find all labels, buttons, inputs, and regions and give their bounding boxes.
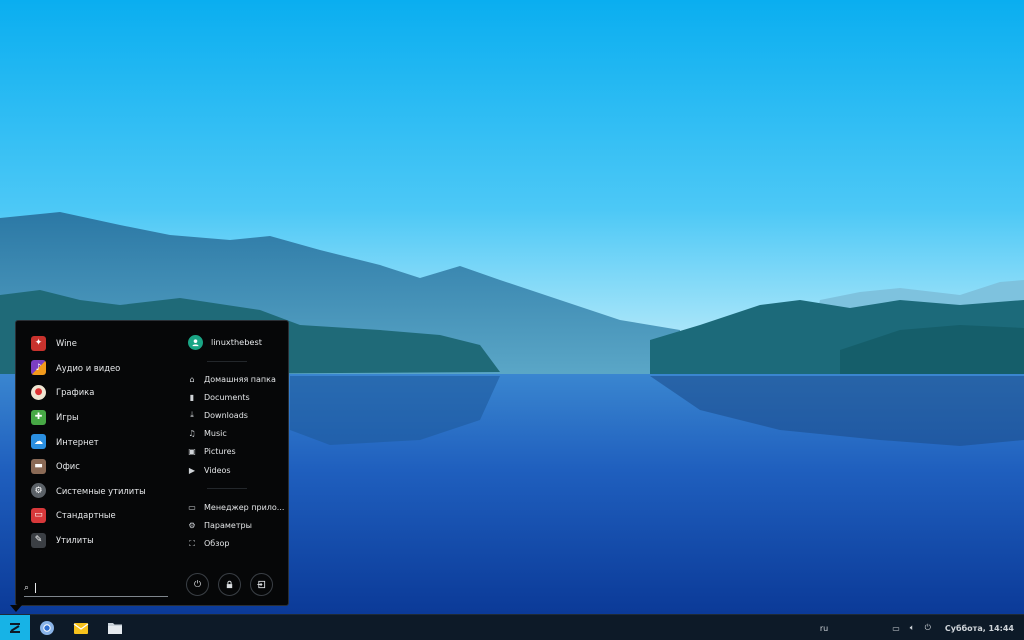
session-buttons: ⏻ xyxy=(186,573,273,596)
briefcase-icon: ▬ xyxy=(31,458,46,474)
category-label: Утилиты xyxy=(56,535,94,546)
clock[interactable]: Суббота, 14:44 xyxy=(945,624,1014,633)
category-item-utilities[interactable]: ✎ Утилиты xyxy=(28,528,178,553)
logout-button[interactable] xyxy=(250,573,273,596)
taskbar-app-browser[interactable] xyxy=(30,615,64,640)
system-item-overview[interactable]: ⛶ Обзор xyxy=(186,535,286,553)
cloud-icon: ☁ xyxy=(31,434,46,450)
power-icon: ⏻ xyxy=(193,579,202,590)
system-label: Обзор xyxy=(204,539,230,549)
logout-icon xyxy=(257,580,266,589)
place-label: Downloads xyxy=(204,410,248,420)
username-label: linuxthebest xyxy=(211,337,262,347)
overview-icon: ⛶ xyxy=(189,538,195,548)
places-column: linuxthebest ⌂ Домашняя папка ▮ Document… xyxy=(186,331,286,553)
lock-icon xyxy=(226,580,233,589)
display-icon[interactable]: ▭ xyxy=(892,624,900,633)
category-label: Графика xyxy=(56,387,95,398)
taskbar: ru ▭ 🔈︎ ⏻ Суббота, 14:44 xyxy=(0,614,1024,640)
category-item-games[interactable]: ✚ Игры xyxy=(28,405,178,430)
place-item-home[interactable]: ⌂ Домашняя папка xyxy=(186,370,286,388)
place-item-music[interactable]: ♫ Music xyxy=(186,425,286,443)
search-icon: ⌕ xyxy=(24,582,30,593)
category-label: Игры xyxy=(56,412,79,423)
category-item-audio-video[interactable]: ♪ Аудио и видео xyxy=(28,356,178,381)
place-label: Pictures xyxy=(204,447,236,457)
keyboard-layout[interactable]: ru xyxy=(820,624,828,633)
start-menu: ✦ Wine ♪ Аудио и видео ● Графика ✚ Игры … xyxy=(15,320,289,606)
place-item-documents[interactable]: ▮ Documents xyxy=(186,388,286,406)
wine-icon: ✦ xyxy=(31,335,46,351)
document-icon: ▮ xyxy=(189,392,195,402)
category-item-system-tools[interactable]: ⚙ Системные утилиты xyxy=(28,479,178,504)
app-manager-icon: ▭ xyxy=(188,502,196,512)
gear-icon: ⚙ xyxy=(31,483,46,499)
toolbox-icon: ▭ xyxy=(31,507,46,523)
category-label: Стандартные xyxy=(56,510,116,521)
download-icon: ⤓ xyxy=(190,410,194,420)
category-item-wine[interactable]: ✦ Wine xyxy=(28,331,178,356)
system-tray: ru ▭ 🔈︎ ⏻ Суббота, 14:44 xyxy=(810,615,1024,640)
place-label: Music xyxy=(204,429,227,439)
category-label: Wine xyxy=(56,338,77,349)
taskbar-app-files[interactable] xyxy=(98,615,132,640)
category-label: Системные утилиты xyxy=(56,485,146,496)
power-button[interactable]: ⏻ xyxy=(186,573,209,596)
system-label: Параметры xyxy=(204,520,252,530)
image-icon: ▣ xyxy=(188,447,196,457)
separator xyxy=(207,361,247,362)
media-icon: ♪ xyxy=(31,360,46,376)
menu-pointer xyxy=(10,605,22,612)
settings-icon: ⚙ xyxy=(188,520,196,530)
mail-icon xyxy=(73,622,89,634)
place-item-pictures[interactable]: ▣ Pictures xyxy=(186,443,286,461)
system-item-app-manager[interactable]: ▭ Менеджер прило... xyxy=(186,498,286,516)
utilities-icon: ✎ xyxy=(31,532,46,548)
user-avatar-icon xyxy=(188,334,203,350)
music-icon: ♫ xyxy=(188,429,196,439)
system-label: Менеджер прило... xyxy=(204,502,285,512)
category-list: ✦ Wine ♪ Аудио и видео ● Графика ✚ Игры … xyxy=(28,331,178,552)
text-caret xyxy=(35,582,37,593)
chromium-icon xyxy=(40,620,54,635)
files-icon xyxy=(108,622,122,634)
category-label: Офис xyxy=(56,461,80,472)
search-input[interactable]: ⌕ xyxy=(24,579,168,597)
place-item-downloads[interactable]: ⤓ Downloads xyxy=(186,406,286,424)
lock-button[interactable] xyxy=(218,573,241,596)
category-item-graphics[interactable]: ● Графика xyxy=(28,380,178,405)
place-item-videos[interactable]: ▶ Videos xyxy=(186,461,286,479)
palette-icon: ● xyxy=(31,384,46,400)
video-icon: ▶ xyxy=(188,465,196,475)
gamepad-icon: ✚ xyxy=(31,409,46,425)
volume-icon[interactable]: 🔈︎ xyxy=(910,623,915,633)
category-item-office[interactable]: ▬ Офис xyxy=(28,454,178,479)
category-label: Аудио и видео xyxy=(56,362,121,373)
taskbar-app-mail[interactable] xyxy=(64,615,98,640)
separator xyxy=(207,488,247,490)
start-button[interactable] xyxy=(0,614,30,640)
category-item-internet[interactable]: ☁ Интернет xyxy=(28,429,178,454)
place-label: Documents xyxy=(204,392,250,402)
home-icon: ⌂ xyxy=(189,374,195,384)
place-label: Домашняя папка xyxy=(204,374,276,384)
zorin-logo-icon xyxy=(10,622,20,633)
category-item-accessories[interactable]: ▭ Стандартные xyxy=(28,503,178,528)
place-label: Videos xyxy=(204,465,231,475)
power-menu-icon[interactable]: ⏻ xyxy=(925,623,931,633)
system-item-settings[interactable]: ⚙ Параметры xyxy=(186,516,286,534)
category-label: Интернет xyxy=(56,436,99,447)
user-item[interactable]: linuxthebest xyxy=(186,331,286,353)
